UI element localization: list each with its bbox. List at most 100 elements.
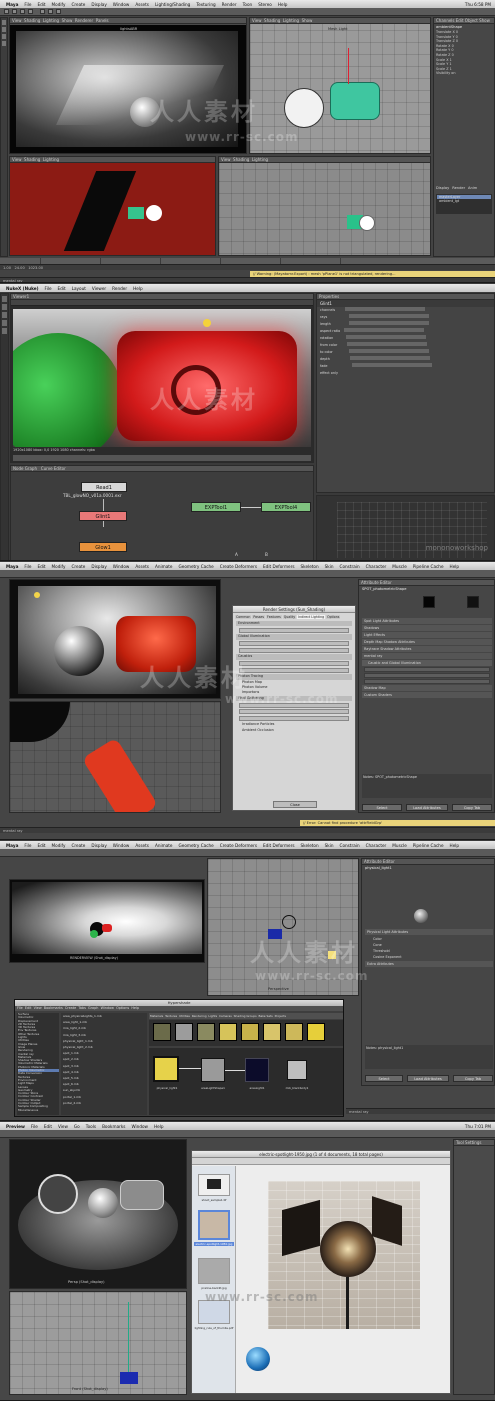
prop-row[interactable]: fade: [320, 363, 494, 370]
menu-item-viewer[interactable]: Viewer: [89, 286, 109, 291]
bulb-swatch-icon[interactable]: [241, 1023, 259, 1041]
menu-item-create[interactable]: Create: [68, 843, 88, 848]
menu-item-app[interactable]: Maya: [3, 2, 21, 7]
menu-item-modify[interactable]: Modify: [49, 564, 69, 569]
field-fg-accuracy[interactable]: [239, 702, 349, 708]
layer-row[interactable]: ambient_lgt: [437, 199, 491, 203]
menu-item-edit[interactable]: Edit: [34, 564, 48, 569]
viewport-persp[interactable]: Persp (Shot_display): [9, 1139, 187, 1289]
menu-item-app[interactable]: NukeX (Nuke): [3, 286, 42, 291]
section-global-illumination[interactable]: Global Illumination: [236, 634, 352, 640]
vp-menu-lighting[interactable]: Lighting: [43, 157, 59, 162]
menu-item-window[interactable]: Window: [110, 843, 133, 848]
menu-item-edit[interactable]: Edit: [34, 2, 48, 7]
menu-item-modify[interactable]: Modify: [49, 2, 69, 7]
hs-tab-utilities[interactable]: Utilities: [179, 1014, 190, 1018]
tool-select-icon[interactable]: [2, 20, 6, 25]
menu-item-muscle[interactable]: Muscle: [389, 843, 410, 848]
hs-menu-edit[interactable]: Edit: [25, 1006, 32, 1010]
menu-item-skeleton[interactable]: Skeleton: [298, 843, 322, 848]
prop-row[interactable]: rotation: [320, 335, 494, 342]
menu-item-skin[interactable]: Skin: [322, 843, 337, 848]
render-image[interactable]: [18, 586, 216, 694]
field-fg-point-interpolation[interactable]: [239, 715, 349, 721]
vp-menu-shading[interactable]: Shading: [233, 157, 249, 162]
field-fg-point-density[interactable]: [239, 709, 349, 715]
node-glint[interactable]: Glint1: [79, 511, 127, 521]
viewport-bottom-left[interactable]: View Shading Lighting: [9, 156, 216, 256]
menu-item-help[interactable]: Help: [447, 843, 463, 848]
menu-item-assets[interactable]: Assets: [132, 2, 152, 7]
render-icon[interactable]: [40, 9, 45, 14]
tool-move-icon[interactable]: [2, 34, 6, 39]
attr-section[interactable]: Physical Light Attributes: [365, 929, 493, 935]
select-tool-icon[interactable]: [4, 9, 9, 14]
hs-tab-lights[interactable]: Lights: [208, 1014, 217, 1018]
menu-item-create-deformers[interactable]: Create Deformers: [217, 564, 260, 569]
viewer-controls[interactable]: [11, 300, 313, 306]
menu-item-edit-deformers[interactable]: Edit Deformers: [260, 843, 297, 848]
thumb-image[interactable]: [198, 1258, 230, 1284]
tool-lasso-icon[interactable]: [2, 27, 6, 32]
move-tool-icon[interactable]: [12, 9, 17, 14]
prop-row[interactable]: length: [320, 321, 494, 328]
thumb-image-selected[interactable]: [198, 1210, 230, 1240]
menu-item-animate[interactable]: Animate: [152, 843, 176, 848]
menu-item-window[interactable]: Window: [110, 2, 133, 7]
load-attributes-button[interactable]: Load Attributes: [406, 804, 448, 811]
menu-item-render[interactable]: Render: [219, 2, 240, 7]
hs-tab-textures[interactable]: Textures: [165, 1014, 177, 1018]
hs-menu-help[interactable]: Help: [131, 1006, 139, 1010]
vp-menu-shading[interactable]: Shading: [24, 18, 40, 23]
menu-item-window[interactable]: Window: [110, 564, 133, 569]
render-settings-icon[interactable]: [56, 9, 61, 14]
attr-node-name[interactable]: physical_light1: [362, 865, 494, 871]
menu-item-display[interactable]: Display: [88, 843, 109, 848]
vp-menu-shading[interactable]: Shading: [24, 157, 40, 162]
attr-field[interactable]: [364, 667, 490, 672]
preview-photo[interactable]: [268, 1181, 420, 1329]
hs-menu-options[interactable]: Options: [116, 1006, 129, 1010]
tab-node-graph[interactable]: Node Graph: [13, 466, 37, 471]
menu-item-app[interactable]: Maya: [3, 564, 21, 569]
field-gi-accuracy[interactable]: [239, 641, 349, 647]
section-ambient-occlusion[interactable]: Ambient Occlusion: [236, 728, 352, 733]
vp-menu-view[interactable]: View: [12, 157, 22, 162]
close-button[interactable]: Close: [273, 801, 317, 808]
menu-item-edit[interactable]: Edit: [41, 1124, 55, 1129]
menu-item-edit-deformers[interactable]: Edit Deformers: [260, 564, 297, 569]
scale-tool-icon[interactable]: [28, 9, 33, 14]
image-nodes-icon[interactable]: [2, 296, 7, 302]
hs-menu-window[interactable]: Window: [101, 1006, 114, 1010]
filter-nodes-icon[interactable]: [2, 320, 7, 326]
attr-field[interactable]: [364, 673, 490, 678]
menu-item-muscle[interactable]: Muscle: [389, 564, 410, 569]
node-exptool-4[interactable]: EXPTool4: [261, 502, 311, 512]
menu-item-assets[interactable]: Assets: [132, 843, 152, 848]
prop-row[interactable]: aspect ratio: [320, 328, 494, 335]
prop-row[interactable]: depth: [320, 356, 494, 363]
hs-menu-graph[interactable]: Graph: [88, 1006, 98, 1010]
range-start[interactable]: 1.00: [3, 266, 11, 270]
menu-item-character[interactable]: Character: [363, 564, 390, 569]
menu-item-tools[interactable]: Tools: [83, 1124, 99, 1129]
bulb-swatch-icon[interactable]: [307, 1023, 325, 1041]
section-caustics[interactable]: Caustics: [236, 654, 352, 660]
node-read[interactable]: Read1: [81, 482, 127, 492]
attr-field[interactable]: [364, 679, 490, 684]
hs-menu-file[interactable]: File: [17, 1006, 23, 1010]
merge-nodes-icon[interactable]: [2, 328, 7, 334]
copy-tab-button[interactable]: Copy Tab: [453, 1075, 493, 1082]
menu-item-constrain[interactable]: Constrain: [337, 564, 363, 569]
menu-item-create[interactable]: Create: [68, 2, 88, 7]
select-button[interactable]: Select: [362, 804, 402, 811]
tab-indirect-lighting[interactable]: Indirect Lighting: [297, 615, 326, 619]
preview-toolbar[interactable]: [192, 1158, 450, 1165]
render-image[interactable]: [12, 882, 202, 954]
viewer-timeline[interactable]: [13, 455, 311, 461]
attr-section[interactable]: Spot Light Attributes: [362, 618, 492, 624]
menu-item-stereo[interactable]: Stereo: [255, 2, 275, 7]
vp-menu-lighting[interactable]: Lighting: [43, 18, 59, 23]
menu-item-file[interactable]: File: [21, 564, 34, 569]
menu-item-lighting[interactable]: Lighting/Shading: [152, 2, 193, 7]
